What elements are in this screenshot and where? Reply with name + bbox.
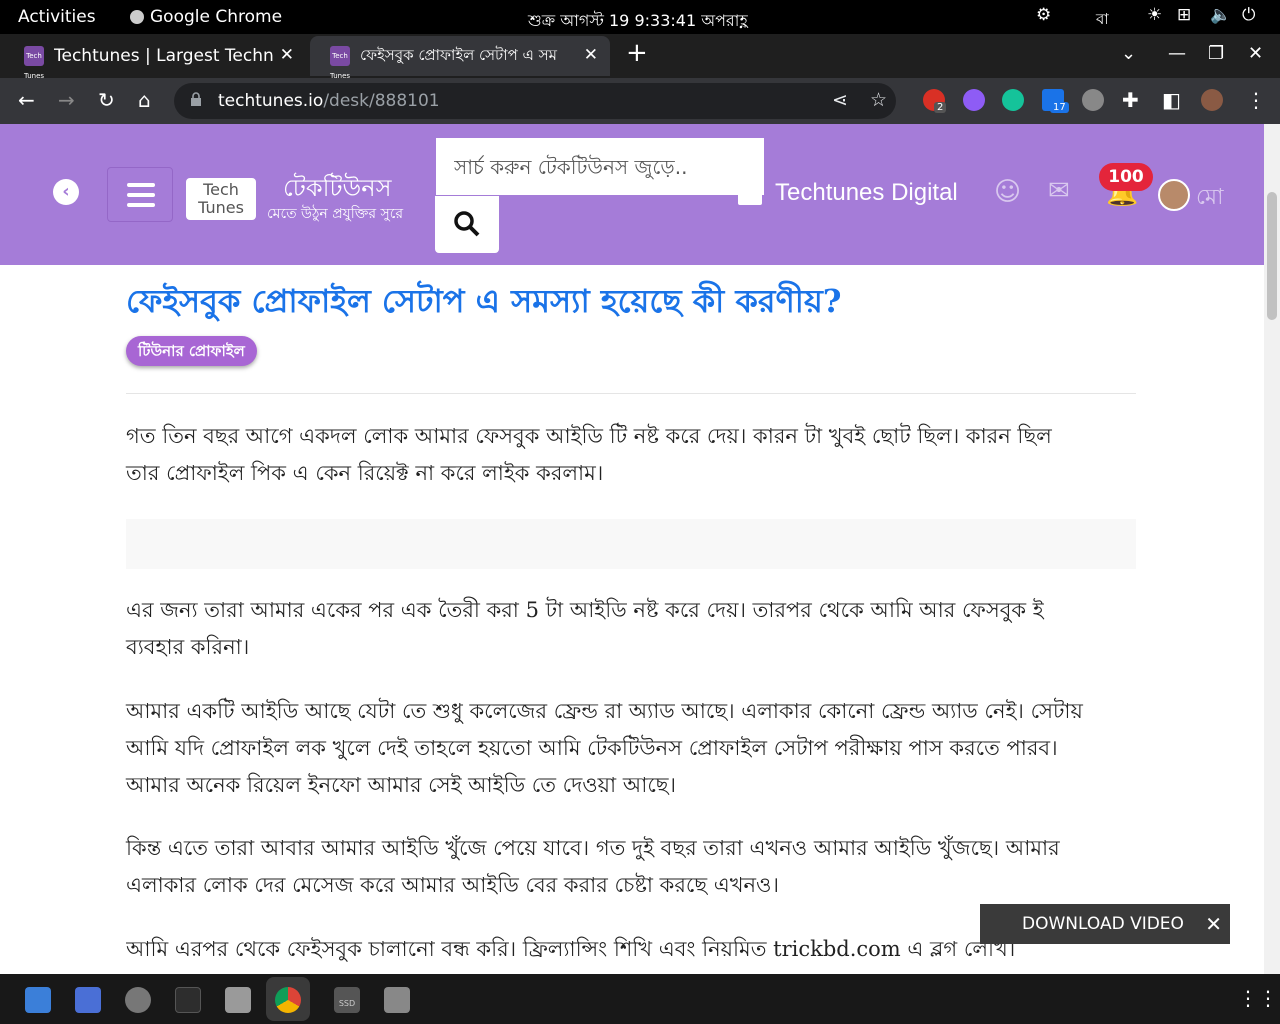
article-paragraph-4: কিন্ত এতে তারা আবার আমার আইডি খুঁজে পেয়…	[126, 836, 1060, 897]
ubuntu-dock: SSD ⋮⋮⋮	[0, 974, 1280, 1024]
user-avatar[interactable]	[1158, 179, 1190, 211]
techtunes-favicon: Tech Tunes	[24, 46, 44, 80]
search-icon	[454, 211, 480, 237]
profile-avatar[interactable]	[1201, 89, 1223, 111]
gift-icon	[738, 183, 762, 205]
hamburger-menu-button[interactable]	[107, 167, 173, 222]
tab-search-chevron-icon[interactable]: ⌄	[1121, 43, 1136, 64]
share-icon[interactable]: ⋖	[832, 89, 848, 111]
system-clock[interactable]: শুক্র আগস্ট 19 9:33:41 অপরাহ্ণ	[528, 8, 748, 35]
notification-count-badge: 100	[1099, 163, 1153, 191]
article-paragraph-3: আমার একটি আইডি আছে যেটা তে শুধু কলেজের ফ…	[126, 699, 1083, 797]
volume-icon[interactable]: 🔈	[1210, 5, 1231, 25]
screenshot-tool-icon[interactable]	[75, 987, 101, 1013]
search-button[interactable]	[435, 196, 499, 253]
new-tab-button[interactable]: +	[626, 38, 648, 68]
brightness-icon[interactable]: ☀	[1147, 5, 1162, 25]
download-video-label[interactable]: DOWNLOAD VIDEO	[1022, 914, 1184, 934]
tab-title: Techtunes | Largest Techn	[54, 46, 274, 66]
chrome-icon	[130, 10, 144, 24]
extensions-puzzle-icon[interactable]: ✚	[1122, 88, 1139, 112]
files-folder-icon[interactable]	[225, 987, 251, 1013]
keyboard-layout-indicator[interactable]: বা	[1096, 8, 1109, 33]
divider	[126, 393, 1136, 394]
lock-icon	[191, 92, 201, 106]
scrollbar-thumb[interactable]	[1267, 192, 1277, 320]
techtunes-digital-link[interactable]: Techtunes Digital	[775, 179, 958, 207]
reload-icon[interactable]: ↻	[98, 88, 115, 112]
terminal-icon[interactable]	[175, 987, 201, 1013]
home-icon[interactable]: ⌂	[138, 88, 151, 112]
back-arrow-icon[interactable]: ←	[18, 88, 35, 112]
ad-placeholder	[126, 519, 1136, 569]
software-center-icon[interactable]	[25, 987, 51, 1013]
article-paragraph-1: গত তিন বছর আগে একদল লোক আমার ফেসবুক আইডি…	[126, 424, 1052, 485]
category-tag[interactable]: টিউনার প্রোফাইল	[126, 336, 257, 366]
power-icon[interactable]: ⏻	[1242, 5, 1255, 25]
app-menu[interactable]: Google Chrome	[130, 7, 282, 27]
ssd-drive-icon[interactable]: SSD	[334, 987, 360, 1013]
trash-icon[interactable]	[384, 987, 410, 1013]
maximize-button[interactable]: ❐	[1208, 43, 1224, 64]
techtunes-logo[interactable]: Tech Tunes	[186, 178, 256, 220]
close-popup-button[interactable]: ✕	[1205, 904, 1222, 944]
page-scrollbar[interactable]	[1264, 124, 1280, 974]
tab-title: ফেইসবুক প্রোফাইল সেটাপ এ সম	[360, 45, 557, 64]
close-tab-icon[interactable]: ✕	[280, 45, 294, 65]
settings-gear-icon[interactable]	[125, 987, 151, 1013]
chrome-menu-icon[interactable]: ⋮	[1246, 88, 1266, 112]
tab-strip: Tech Tunes Techtunes | Largest Techn ✕ T…	[0, 34, 1280, 80]
extension-glasses-icon[interactable]	[1082, 89, 1104, 111]
user-name-short[interactable]: মো	[1196, 180, 1224, 217]
activities-button[interactable]: Activities	[18, 7, 96, 27]
network-icon[interactable]: ⊞	[1177, 5, 1191, 25]
bookmark-star-icon[interactable]: ☆	[870, 89, 887, 111]
article-title: ফেইসবুক প্রোফাইল সেটাপ এ সমস্যা হয়েছে ক…	[126, 282, 842, 320]
site-search-input[interactable]	[436, 138, 764, 195]
address-bar[interactable]: techtunes.io/desk/888101 ⋖ ☆	[174, 83, 896, 119]
article-paragraph-2: এর জন্য তারা আমার একের পর এক তৈরী করা 5 …	[126, 598, 1044, 659]
tuner-icon[interactable]: ☺	[994, 177, 1021, 207]
forward-arrow-icon[interactable]: →	[58, 88, 75, 112]
extension-icon[interactable]	[963, 89, 985, 111]
site-header: ‹ Tech Tunes টেকটিউনস মেতে উঠুন প্রযুক্ত…	[0, 124, 1264, 265]
tab-techtunes-home[interactable]: Tech Tunes Techtunes | Largest Techn ✕	[4, 36, 306, 80]
grammarly-icon[interactable]	[1002, 89, 1024, 111]
chrome-icon[interactable]	[275, 987, 301, 1013]
side-panel-icon[interactable]: ◧	[1162, 88, 1181, 112]
back-chevron-icon[interactable]: ‹	[53, 179, 79, 205]
minimize-button[interactable]: —	[1168, 43, 1186, 64]
extension-badge: 2	[934, 102, 947, 113]
system-top-bar: Activities Google Chrome শুক্র আগস্ট 19 …	[0, 0, 1280, 34]
techtunes-favicon: Tech Tunes	[330, 46, 350, 80]
show-apps-grid-icon[interactable]: ⋮⋮⋮	[1238, 986, 1280, 1010]
close-window-button[interactable]: ✕	[1248, 43, 1263, 64]
download-video-popup[interactable]: DOWNLOAD VIDEO ✕	[980, 904, 1230, 944]
tab-article[interactable]: Tech Tunes ফেইসবুক প্রোফাইল সেটাপ এ সম ✕	[310, 36, 610, 80]
url-text: techtunes.io/desk/888101	[218, 91, 440, 111]
updates-icon[interactable]: ⚙	[1036, 5, 1051, 25]
close-tab-icon[interactable]: ✕	[584, 45, 598, 65]
message-envelope-icon[interactable]: ✉	[1048, 176, 1070, 206]
browser-toolbar: ← → ↻ ⌂ techtunes.io/desk/888101 ⋖ ☆ 2 1…	[0, 78, 1280, 124]
site-tagline: মেতে উঠুন প্রযুক্তির সুরে	[267, 206, 404, 222]
extension-badge: 17	[1050, 102, 1069, 113]
